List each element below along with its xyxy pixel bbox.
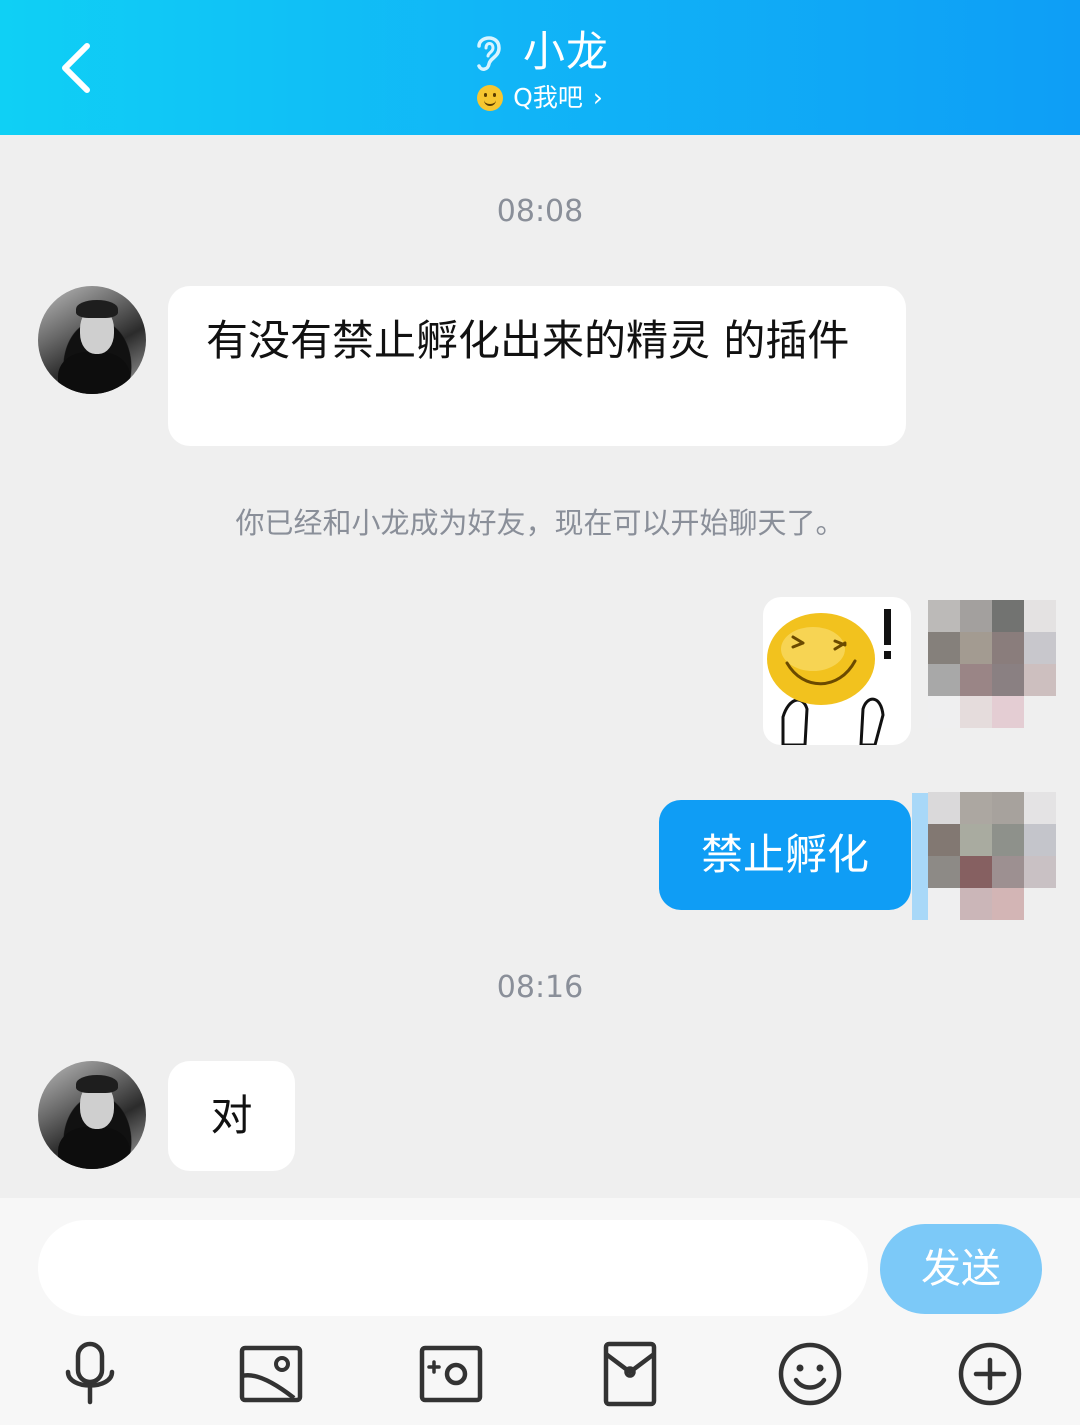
ear-icon [477,36,501,71]
status-link[interactable]: Q我吧 › [477,82,603,114]
my-avatar[interactable] [928,600,1056,728]
camera-icon [419,1345,483,1403]
emoji-icon [778,1342,842,1406]
incoming-message[interactable]: 对 [168,1061,295,1171]
timestamp: 08:16 [496,970,584,1005]
outgoing-message[interactable]: 禁止孵化 [659,800,911,910]
send-button[interactable]: 发送 [880,1224,1042,1314]
system-note: 你已经和小龙成为好友，现在可以开始聊天了。 [235,506,845,540]
red-packet-button[interactable] [590,1334,670,1414]
image-icon [239,1345,303,1403]
contact-avatar[interactable] [38,1061,146,1169]
contact-avatar[interactable] [38,286,146,394]
status-text: Q我吧 [513,83,583,112]
surprised-smiley-sticker[interactable] [763,597,911,745]
input-bar: 发送 [0,1198,1080,1425]
red-packet-icon [603,1341,657,1407]
incoming-message[interactable]: 有没有禁止孵化出来的精灵 的插件 [168,286,906,446]
emoji-button[interactable] [770,1334,850,1414]
timestamp: 08:08 [496,194,584,229]
contact-name: 小龙 [522,27,609,76]
smile-status-icon [477,85,504,111]
chevron-right-icon: › [592,83,603,112]
message-input[interactable] [38,1220,868,1316]
selection-edge [912,793,928,920]
chat-header: 小龙 Q我吧 › [0,0,1080,135]
title-block: 小龙 Q我吧 › [0,24,1080,115]
my-avatar[interactable] [928,792,1056,920]
more-button[interactable] [950,1334,1030,1414]
microphone-icon [65,1341,115,1405]
photo-button[interactable] [230,1334,310,1414]
plus-icon [958,1342,1022,1406]
camera-button[interactable] [410,1334,490,1414]
voice-button[interactable] [50,1334,130,1414]
input-toolbar [0,1334,1080,1414]
